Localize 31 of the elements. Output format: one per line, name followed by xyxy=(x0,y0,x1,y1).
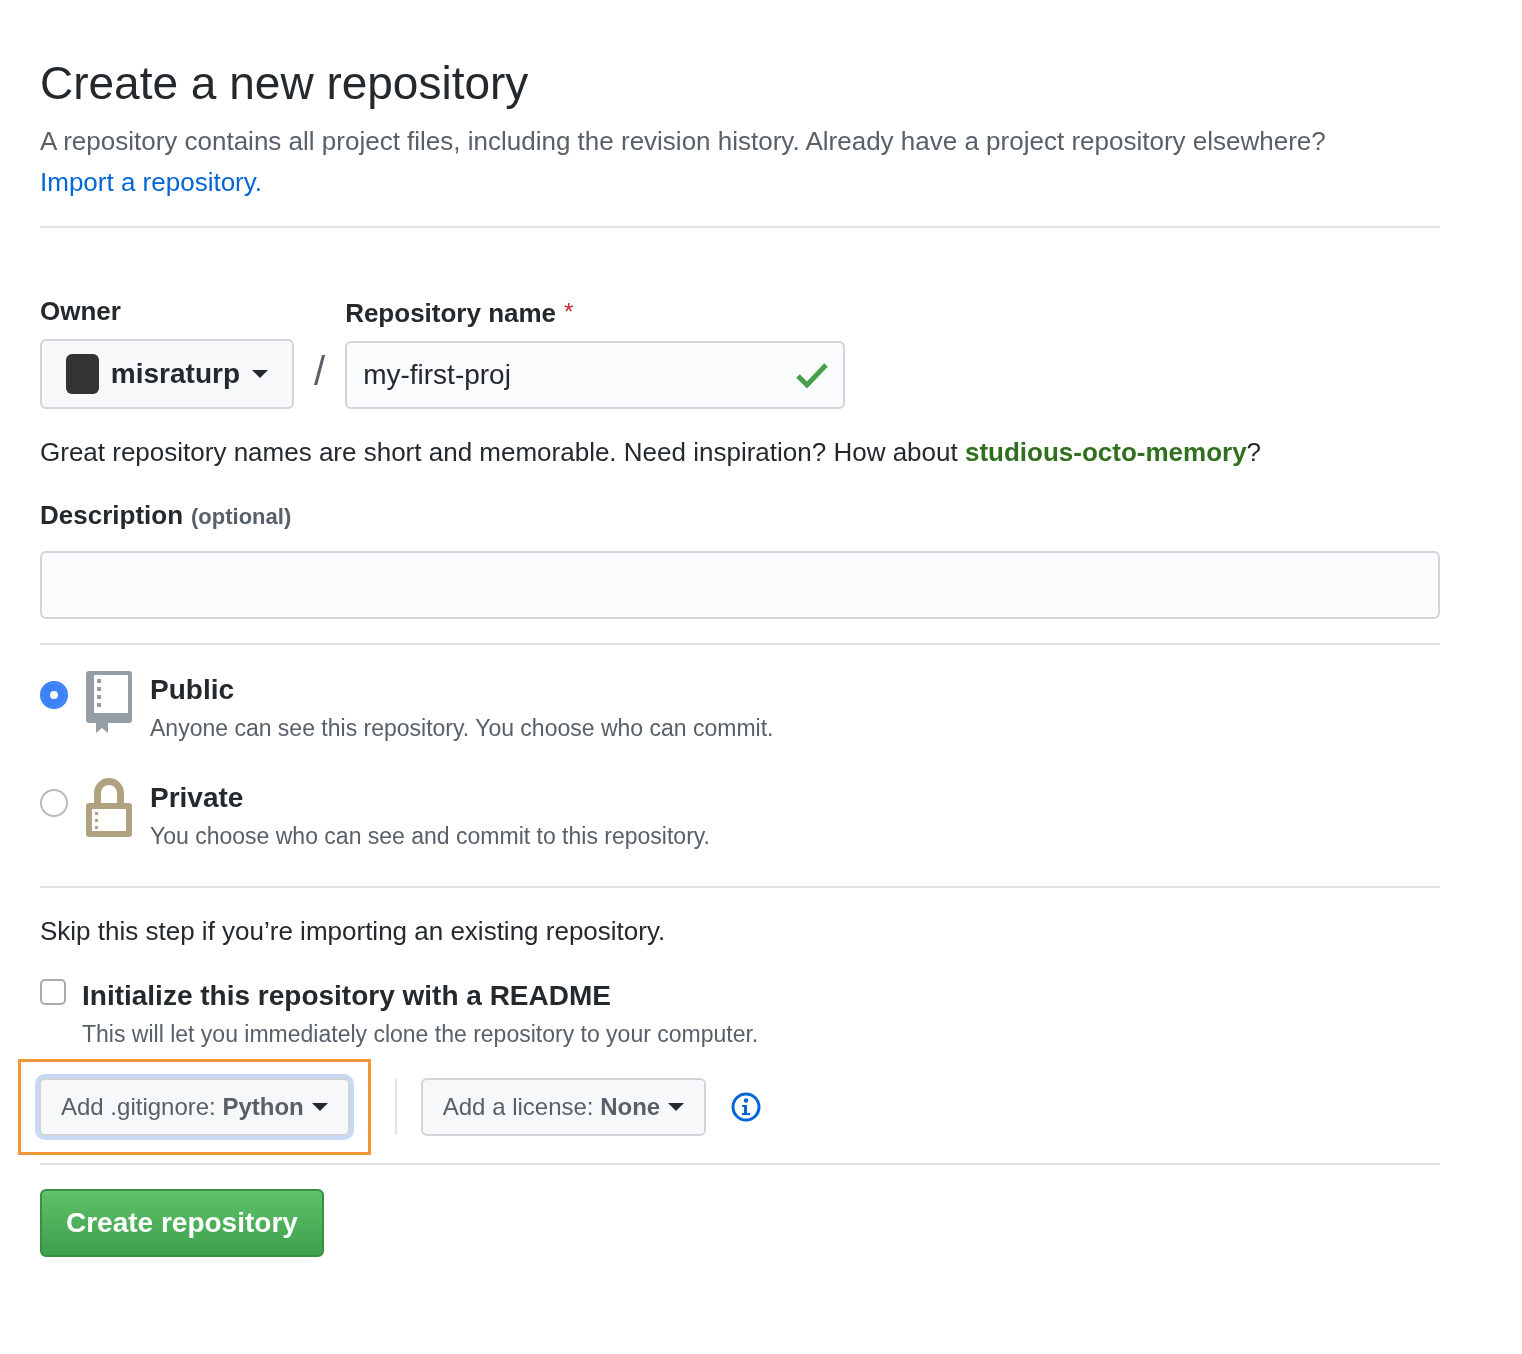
lock-icon xyxy=(84,777,134,840)
description-field[interactable] xyxy=(40,550,1440,619)
radio-button[interactable] xyxy=(40,789,68,818)
required-mark: * xyxy=(564,296,574,327)
separator-text: / xyxy=(313,347,327,395)
caret-icon xyxy=(668,1103,685,1112)
skip-note: Skip this step if you’re importing an existing repository. xyxy=(40,914,667,948)
option-description: Anyone can see this repository. You choose who can commit. xyxy=(150,713,774,743)
option-title: Public xyxy=(150,672,235,707)
import-link[interactable]: Import a repository. xyxy=(40,166,263,197)
owner-dropdown[interactable]: misraturp xyxy=(40,338,294,409)
readme-description: This will let you immediately clone the repository to your computer. xyxy=(82,1019,759,1049)
caret-icon xyxy=(252,369,268,378)
readme-checkbox[interactable] xyxy=(40,978,66,1005)
repository-name-field[interactable]: my-first-proj xyxy=(345,340,846,409)
radio-button[interactable] xyxy=(40,680,68,709)
field-label: Description xyxy=(40,498,184,532)
intro-text: A repository contains all project files, including the revision history. Already have a project repository elsewhere? xyxy=(40,125,1327,159)
dropdown-button[interactable]: Add a license: None xyxy=(420,1078,707,1137)
readme-label: Initialize this repository with a README xyxy=(82,978,612,1013)
hint-text: Great repository names are short and memorable. Need inspiration? How about studious-octo-memory? xyxy=(40,435,1263,469)
option-description: You choose who can see and commit to this repository. xyxy=(150,822,710,852)
info-icon[interactable] xyxy=(730,1091,763,1124)
field-label: Owner xyxy=(40,294,122,328)
option-title: Private xyxy=(150,781,245,816)
book-icon xyxy=(84,668,134,735)
page-title: Create a new repository xyxy=(40,56,530,111)
caret-icon xyxy=(311,1103,328,1112)
field-label: Repository name xyxy=(345,296,557,330)
optional-note: (optional) xyxy=(191,502,292,531)
avatar-icon xyxy=(66,353,99,394)
